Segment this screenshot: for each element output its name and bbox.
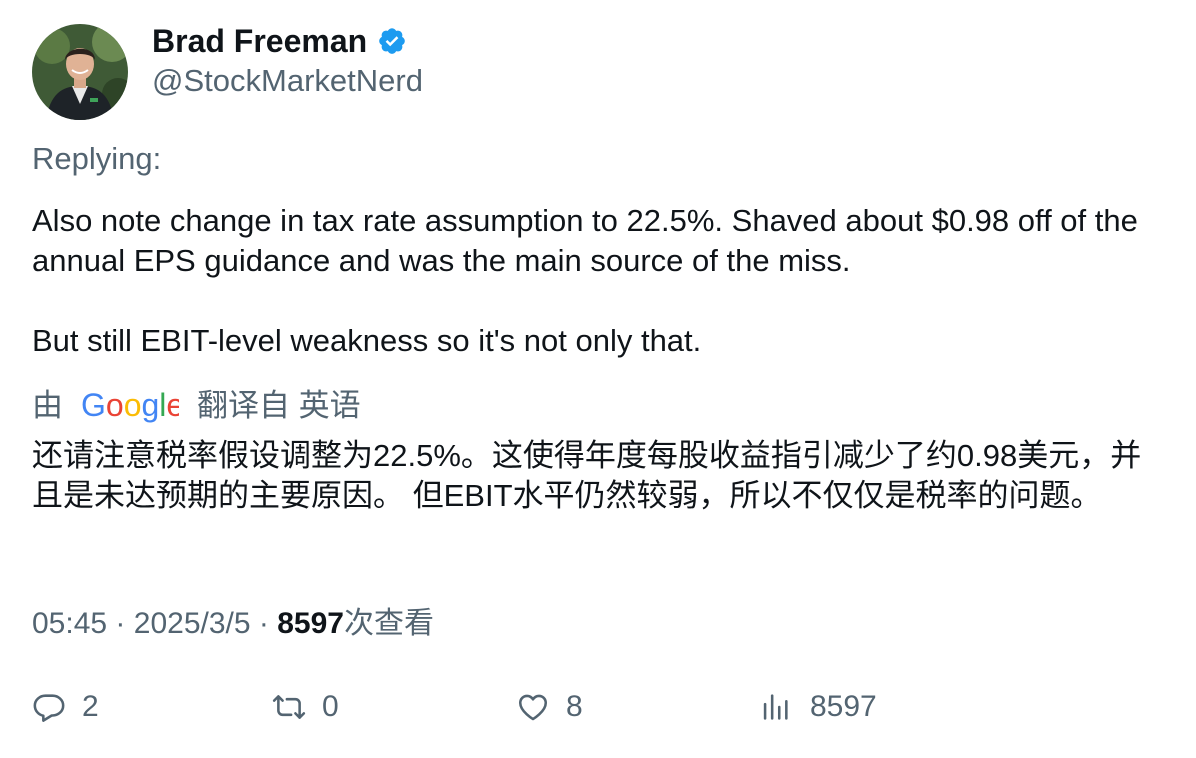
svg-text:Google: Google bbox=[81, 389, 179, 423]
analytics-icon bbox=[763, 694, 788, 720]
meta-separator: · bbox=[115, 607, 126, 640]
reply-icon bbox=[33, 694, 65, 722]
translated-text: 还请注意税率假设调整为22.5%。这使得年度每股收益指引减少了约0.98美元，并… bbox=[32, 438, 1142, 513]
views-count: 8597 bbox=[277, 607, 344, 640]
translated-from-label[interactable]: 翻译自 英语 bbox=[197, 386, 361, 426]
views-button[interactable]: 8597 bbox=[758, 690, 877, 724]
repost-count: 0 bbox=[322, 690, 339, 723]
avatar-image bbox=[32, 24, 128, 120]
tweet-paragraph: Also note change in tax rate assumption … bbox=[32, 203, 1138, 278]
repost-button[interactable]: 0 bbox=[272, 690, 339, 724]
tweet-meta: 05:45 · 2025/3/5 · 8597次查看 bbox=[32, 604, 434, 644]
tweet-paragraph: But still EBIT-level weakness so it's no… bbox=[32, 323, 702, 358]
action-bar: 2 0 8 8597 bbox=[32, 690, 1162, 734]
tweet-text: Also note change in tax rate assumption … bbox=[32, 201, 1162, 361]
avatar[interactable] bbox=[32, 24, 128, 120]
heart-icon bbox=[518, 694, 548, 721]
replying-label: Replying: bbox=[32, 141, 162, 176]
reply-button[interactable]: 2 bbox=[32, 690, 99, 724]
views-action-count: 8597 bbox=[810, 690, 877, 723]
like-count: 8 bbox=[566, 690, 583, 723]
translation-attribution: 由 Google 翻译自 英语 bbox=[32, 386, 361, 426]
author-handle[interactable]: @StockMarketNerd bbox=[152, 62, 423, 100]
like-button[interactable]: 8 bbox=[516, 690, 583, 724]
tweet-time[interactable]: 05:45 bbox=[32, 607, 107, 640]
verified-badge-icon bbox=[379, 28, 405, 54]
translated-by-label: 由 bbox=[32, 388, 63, 423]
google-logo-icon: Google bbox=[81, 389, 179, 423]
repost-icon bbox=[272, 695, 306, 719]
views-label: 次查看 bbox=[343, 607, 434, 640]
meta-separator: · bbox=[258, 607, 269, 640]
author-name-row[interactable]: Brad Freeman bbox=[152, 22, 407, 60]
author-name[interactable]: Brad Freeman bbox=[152, 22, 367, 60]
reply-count: 2 bbox=[82, 690, 99, 723]
tweet-date[interactable]: 2025/3/5 bbox=[134, 607, 251, 640]
